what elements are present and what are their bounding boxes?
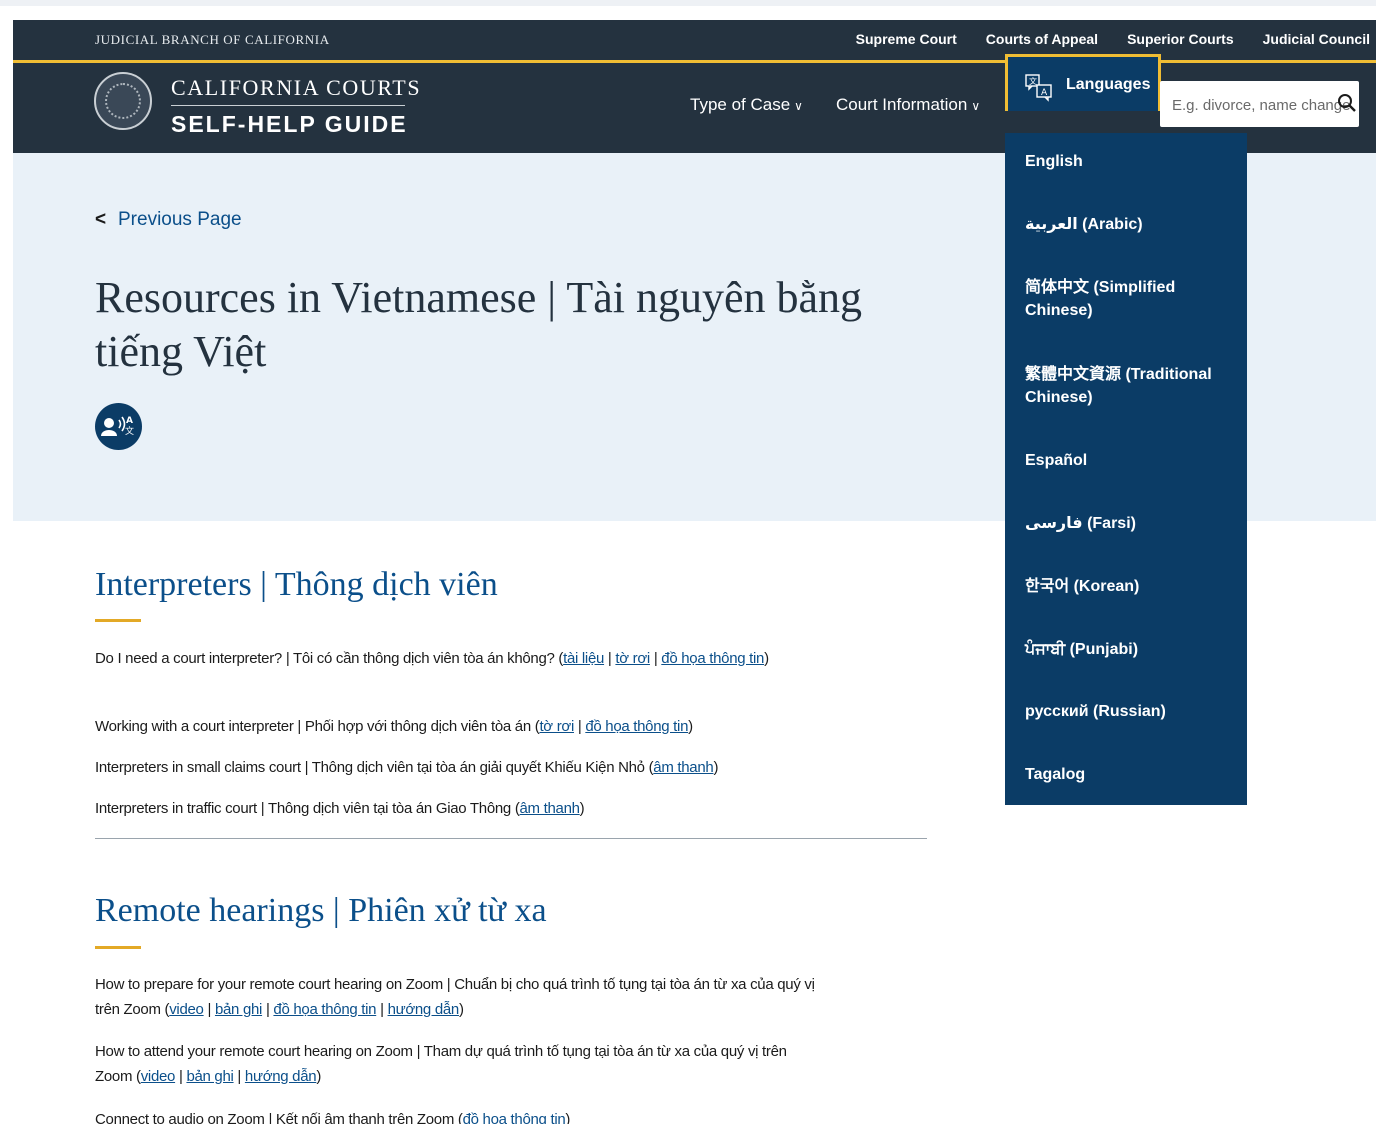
section-accent (95, 619, 141, 622)
brand-subtitle[interactable]: SELF-HELP GUIDE (171, 111, 408, 138)
svg-text:文: 文 (125, 425, 134, 437)
language-option-english[interactable]: English (1025, 150, 1235, 173)
languages-label: Languages (1066, 76, 1151, 93)
list-item: Connect to audio on Zoom | Kết nối âm th… (95, 1107, 815, 1124)
translate-icon: 文 A (1025, 74, 1052, 102)
interpreter-icon: A 文 (95, 403, 142, 450)
list-item: Interpreters in traffic court | Thông dị… (95, 796, 815, 821)
judicial-council-seal-icon[interactable] (94, 72, 152, 130)
language-option-tagalog[interactable]: Tagalog (1025, 763, 1235, 786)
languages-button[interactable]: 文 A Languages (1005, 54, 1161, 111)
item-suffix: ) (458, 1001, 464, 1018)
item-suffix: ) (579, 800, 585, 817)
item-link[interactable]: âm thanh (653, 759, 713, 776)
judicial-council-link[interactable]: Judicial Council (1263, 31, 1370, 47)
section-interpreters-title: Interpreters | Thông dịch viên (95, 566, 498, 603)
nav-type-of-case[interactable]: Type of Case ∨ (690, 95, 803, 115)
item-suffix: ) (316, 1068, 322, 1085)
previous-page-link[interactable]: < Previous Page (95, 209, 242, 231)
item-text: Interpreters in small claims court | Thô… (95, 759, 654, 776)
item-link[interactable]: video (141, 1068, 176, 1085)
language-option-punjabi[interactable]: ਪੰਜਾਬੀ (Punjabi) (1025, 638, 1235, 661)
item-text: Working with a court interpreter | Phối … (95, 718, 540, 735)
previous-page-label: Previous Page (118, 209, 242, 230)
page-title: Resources in Vietnamese | Tài nguyên bằn… (95, 273, 863, 376)
section-divider (95, 838, 927, 839)
nav-court-information-label: Court Information (836, 95, 968, 114)
language-option-traditional-chinese[interactable]: 繁體中文資源 (Traditional Chinese) (1025, 363, 1235, 409)
item-text: Do I need a court interpreter? | Tôi có … (95, 650, 564, 667)
item-link[interactable]: hướng dẫn (245, 1068, 317, 1085)
page: JUDICIAL BRANCH OF CALIFORNIA Supreme Co… (13, 20, 1376, 1124)
svg-text:A: A (1041, 88, 1048, 98)
supreme-court-link[interactable]: Supreme Court (856, 31, 957, 47)
chevron-down-icon: ∨ (794, 99, 803, 113)
list-item: How to prepare for your remote court hea… (95, 976, 815, 1018)
item-link[interactable]: tờ rơi (615, 650, 650, 667)
item-link[interactable]: âm thanh (520, 800, 580, 817)
item-link[interactable]: đồ họa thông tin (585, 718, 688, 735)
language-option-russian[interactable]: русский (Russian) (1025, 700, 1235, 723)
section-remote-hearings-title: Remote hearings | Phiên xử từ xa (95, 892, 547, 929)
item-suffix: ) (688, 718, 693, 735)
search-icon[interactable] (1337, 93, 1357, 113)
list-item: How to attend your remote court hearing … (95, 1043, 787, 1085)
item-link[interactable]: video (169, 1001, 204, 1018)
languages-menu: English العربية (Arabic) 简体中文 (Simplifie… (1005, 133, 1247, 805)
chevron-left-icon: < (95, 209, 107, 230)
item-link[interactable]: đồ họa thông tin (273, 1001, 376, 1018)
language-option-korean[interactable]: 한국어 (Korean) (1025, 575, 1235, 598)
section-accent (95, 946, 141, 949)
item-link[interactable]: đồ họa thông tin (463, 1111, 566, 1124)
item-link[interactable]: đồ họa thông tin (661, 650, 764, 667)
courts-of-appeal-link[interactable]: Courts of Appeal (986, 31, 1098, 47)
branch-name[interactable]: JUDICIAL BRANCH OF CALIFORNIA (95, 32, 330, 48)
item-suffix: ) (764, 650, 769, 667)
list-item: Do I need a court interpreter? | Tôi có … (95, 650, 769, 667)
nav-court-information[interactable]: Court Information ∨ (836, 95, 980, 115)
item-suffix: ) (565, 1111, 571, 1124)
item-text: Interpreters in traffic court | Thông dị… (95, 800, 520, 817)
language-option-arabic[interactable]: العربية (Arabic) (1025, 213, 1235, 236)
nav-type-of-case-label: Type of Case (690, 95, 791, 114)
list-item: Working with a court interpreter | Phối … (95, 718, 693, 735)
language-option-simplified-chinese[interactable]: 简体中文 (Simplified Chinese) (1025, 276, 1235, 322)
language-option-farsi[interactable]: فارسی (Farsi) (1025, 512, 1235, 535)
svg-text:文: 文 (1029, 76, 1037, 86)
item-suffix: ) (713, 759, 719, 776)
item-link[interactable]: bản ghi (186, 1068, 233, 1085)
utility-links: Supreme Court Courts of Appeal Superior … (856, 31, 1370, 47)
item-link[interactable]: tờ rơi (539, 718, 574, 735)
list-item: Interpreters in small claims court | Thô… (95, 755, 815, 780)
svg-text:A: A (126, 416, 133, 426)
language-option-spanish[interactable]: Español (1025, 449, 1235, 472)
utility-bar: JUDICIAL BRANCH OF CALIFORNIA Supreme Co… (13, 20, 1376, 60)
item-text: Connect to audio on Zoom | Kết nối âm th… (95, 1111, 463, 1124)
superior-courts-link[interactable]: Superior Courts (1127, 31, 1234, 47)
item-link[interactable]: bản ghi (215, 1001, 262, 1018)
brand-rule (171, 105, 405, 106)
chevron-down-icon: ∨ (971, 99, 981, 113)
search-box (1160, 81, 1359, 127)
item-link[interactable]: hướng dẫn (388, 1001, 460, 1018)
item-link[interactable]: tài liệu (563, 650, 604, 667)
top-gap (0, 0, 1376, 6)
search-input[interactable] (1160, 81, 1358, 127)
brand-title[interactable]: CALIFORNIA COURTS (171, 75, 421, 101)
